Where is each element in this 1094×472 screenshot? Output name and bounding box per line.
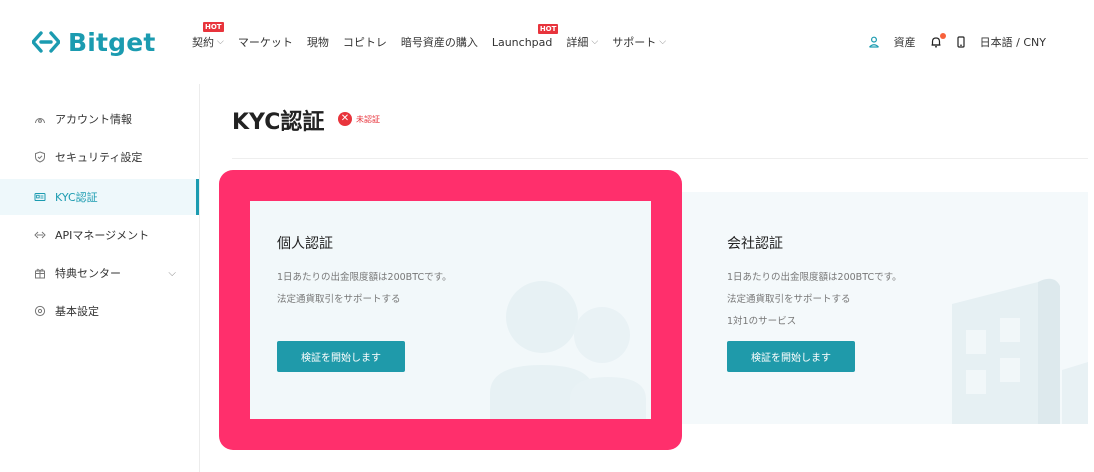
nav-item-label: コピトレ [342,36,387,49]
nav-item-more[interactable]: 詳細 ⌵ [566,34,598,50]
sidebar-item-rewards[interactable]: 特典センター ⌵ [0,255,198,291]
nav-item-label: 契約 [192,36,214,49]
logo-icon [32,31,60,53]
company-verification-card: 会社認証 1日あたりの出金限度額は200BTCです。 法定通貨取引をサポートする… [676,192,1088,424]
assets-link[interactable]: 資産 [894,34,916,50]
card-description: 1日あたりの出金限度額は200BTCです。 [277,272,452,283]
nav-item-spot[interactable]: 現物 [307,34,329,50]
chevron-down-icon: ⌵ [659,37,667,47]
card-description: 1日あたりの出金限度額は200BTCです。 [727,272,902,283]
chevron-down-icon: ⌵ [217,37,224,47]
error-circle-icon: ✕ [338,112,352,126]
top-navigation: Bitget 契約 ⌵ HOT マーケット 現物 コピトレ 暗号資産の購入 La… [0,0,1094,84]
building-illustration [952,278,1088,424]
nav-item-buy-crypto[interactable]: 暗号資産の購入 [401,34,478,50]
sidebar-item-label: 特典センター [55,267,121,280]
card-description: 法定通貨取引をサポートする [277,294,401,305]
sidebar-item-kyc[interactable]: KYC認証 [0,179,199,215]
start-company-verification-button[interactable]: 検証を開始します [727,341,855,372]
status-text: 未認証 [356,114,380,124]
language-currency-selector[interactable]: 日本語 / CNY [980,34,1046,50]
sidebar: アカウント情報 セキュリティ設定 KYC認証 APIマネージメント 特典センター… [0,84,200,472]
sidebar-item-preferences[interactable]: 基本設定 [0,293,198,329]
sidebar-item-label: アカウント情報 [55,113,132,126]
nav-item-label: サポート [612,36,657,49]
nav-item-launchpad[interactable]: Launchpad HOT [491,23,559,49]
nav-item-market[interactable]: マーケット [238,34,293,50]
api-icon [33,228,47,242]
sidebar-item-security[interactable]: セキュリティ設定 [0,139,198,175]
card-description: 1対1のサービス [727,316,797,327]
nav-item-contract[interactable]: 契約 ⌵ HOT [192,22,224,50]
nav-item-copy-trade[interactable]: コピトレ [343,34,387,50]
card-title: 個人認証 [277,236,333,252]
card-description: 法定通貨取引をサポートする [727,294,851,305]
bitget-logo[interactable]: Bitget [32,26,156,58]
nav-item-label: 詳細 [566,36,589,49]
status-badge: ✕ 未認証 [338,112,380,126]
user-icon[interactable] [868,36,880,48]
nav-item-label: 暗号資産の購入 [400,36,478,49]
nav-item-support[interactable]: サポート ⌵ [612,34,666,50]
sidebar-item-account-info[interactable]: アカウント情報 [0,101,198,137]
settings-icon [33,304,47,318]
bell-icon[interactable] [930,33,946,48]
nav-item-label: マーケット [237,36,293,49]
hot-badge: HOT [203,22,224,32]
start-personal-verification-button[interactable]: 検証を開始します [277,341,405,372]
chevron-down-icon: ⌵ [591,37,599,47]
nav-item-label: 現物 [306,36,329,49]
nav-item-label: Launchpad [491,35,553,49]
card-title: 会社認証 [727,236,783,252]
mobile-icon[interactable] [956,36,966,48]
hot-badge: HOT [537,23,559,34]
title-divider [232,158,1088,159]
sidebar-item-label: 基本設定 [55,305,99,318]
account-icon [33,112,47,126]
user-menu: 資産 日本語 / CNY [868,33,1046,51]
person-illustration [490,281,646,419]
page-title: KYC認証 [232,110,325,135]
main-menu: 契約 ⌵ HOT マーケット 現物 コピトレ 暗号資産の購入 Launchpad… [192,22,680,51]
personal-verification-card: 個人認証 1日あたりの出金限度額は200BTCです。 法定通貨取引をサポートする… [250,201,651,419]
sidebar-item-label: KYC認証 [55,191,98,204]
sidebar-item-label: セキュリティ設定 [55,151,143,164]
sidebar-item-label: APIマネージメント [55,229,150,242]
logo-text: Bitget [68,27,156,57]
id-card-icon [33,190,47,204]
chevron-down-icon: ⌵ [168,267,176,279]
notification-dot [939,33,946,39]
sidebar-item-api[interactable]: APIマネージメント [0,217,198,253]
shield-icon [33,150,47,164]
gift-icon [33,266,47,280]
